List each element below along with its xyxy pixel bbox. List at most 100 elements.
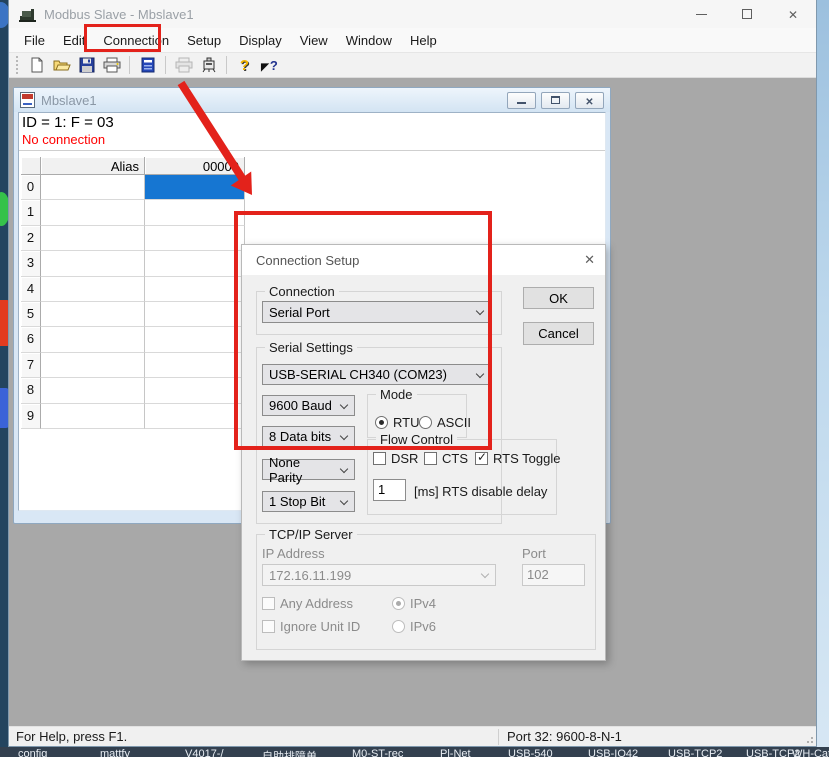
document-close-button[interactable]	[575, 92, 604, 109]
taskbar-item-label[interactable]: mattfy	[100, 748, 130, 757]
grid-row[interactable]: 3	[21, 251, 245, 276]
taskbar-item-label[interactable]: config	[18, 748, 47, 757]
document-minimize-button[interactable]	[507, 92, 536, 109]
taskbar-item-label[interactable]: 自助排障单	[262, 748, 317, 757]
ipv6-label: IPv6	[410, 619, 436, 634]
row-header[interactable]: 8	[21, 378, 41, 403]
taskbar-item-label[interactable]: USB-540	[508, 748, 553, 757]
context-help-button[interactable]: ?	[258, 54, 281, 76]
port-input: 102	[522, 564, 585, 586]
alias-cell[interactable]	[41, 251, 145, 276]
menu-display[interactable]: Display	[230, 30, 291, 51]
register-cell[interactable]	[145, 327, 245, 352]
register-cell[interactable]	[145, 302, 245, 327]
taskbar-item-label[interactable]: USB-TCP2	[668, 748, 722, 757]
resize-grip[interactable]	[804, 734, 814, 744]
cancel-button[interactable]: Cancel	[523, 322, 594, 345]
alias-cell[interactable]	[41, 378, 145, 403]
register-cell[interactable]	[145, 353, 245, 378]
register-cell[interactable]	[145, 226, 245, 251]
data-bits-select[interactable]: 8 Data bits	[262, 426, 355, 447]
register-cell-selected[interactable]	[145, 175, 245, 200]
print-button[interactable]	[100, 54, 123, 76]
communication-traffic-icon	[201, 57, 217, 73]
grid-row[interactable]: 5	[21, 302, 245, 327]
grid-row[interactable]: 9	[21, 404, 245, 429]
alias-cell[interactable]	[41, 175, 145, 200]
serial-port-select[interactable]: USB-SERIAL CH340 (COM23)	[262, 364, 491, 385]
minimize-button[interactable]	[678, 0, 724, 28]
save-button[interactable]	[75, 54, 98, 76]
parity-select[interactable]: None Parity	[262, 459, 355, 480]
cts-checkbox[interactable]: CTS	[424, 451, 468, 466]
connection-type-select[interactable]: Serial Port	[262, 301, 491, 323]
grid-row[interactable]: 0	[21, 175, 245, 200]
maximize-button[interactable]	[724, 0, 770, 28]
mode-ascii-radio[interactable]: ASCII	[419, 415, 471, 430]
row-header[interactable]: 1	[21, 200, 41, 225]
menu-help[interactable]: Help	[401, 30, 446, 51]
register-cell[interactable]	[145, 404, 245, 429]
dsr-checkbox[interactable]: DSR	[373, 451, 418, 466]
register-grid[interactable]: Alias 00000 0123456789	[21, 157, 245, 429]
alias-cell[interactable]	[41, 277, 145, 302]
display-definition-button[interactable]	[136, 54, 159, 76]
taskbar-item-label[interactable]: Pl-Net	[440, 748, 471, 757]
dialog-title-bar[interactable]: Connection Setup	[242, 245, 605, 275]
close-button[interactable]	[770, 0, 816, 28]
register-cell[interactable]	[145, 378, 245, 403]
grid-header-00000[interactable]: 00000	[145, 157, 245, 175]
taskbar-item-label[interactable]: V4017-/	[185, 748, 224, 757]
row-header[interactable]: 7	[21, 353, 41, 378]
grid-row[interactable]: 6	[21, 327, 245, 352]
alias-cell[interactable]	[41, 327, 145, 352]
menu-view[interactable]: View	[291, 30, 337, 51]
taskbar-item-label[interactable]: WH-Cat-1	[792, 748, 829, 757]
stop-bits-select[interactable]: 1 Stop Bit	[262, 491, 355, 512]
alias-cell[interactable]	[41, 353, 145, 378]
alias-cell[interactable]	[41, 200, 145, 225]
taskbar-strip[interactable]: config mattfy V4017-/ 自助排障单 M0-ST-rec Pl-Net U…	[0, 747, 829, 757]
grid-row[interactable]: 7	[21, 353, 245, 378]
row-header[interactable]: 3	[21, 251, 41, 276]
grid-row[interactable]: 4	[21, 277, 245, 302]
row-header[interactable]: 6	[21, 327, 41, 352]
taskbar-item-label[interactable]: M0-ST-rec	[352, 748, 403, 757]
document-title-bar[interactable]: Mbslave1	[14, 88, 610, 112]
dialog-close-icon[interactable]	[584, 252, 595, 268]
taskbar-item-label[interactable]: USB-IO42	[588, 748, 638, 757]
parity-value: None Parity	[269, 455, 332, 485]
register-cell[interactable]	[145, 251, 245, 276]
row-header[interactable]: 9	[21, 404, 41, 429]
open-file-button[interactable]	[50, 54, 73, 76]
menu-edit[interactable]: Edit	[54, 30, 94, 51]
mode-rtu-radio[interactable]: RTU	[375, 415, 419, 430]
alias-cell[interactable]	[41, 226, 145, 251]
document-restore-button[interactable]	[541, 92, 570, 109]
menu-file[interactable]: File	[15, 30, 54, 51]
row-header[interactable]: 2	[21, 226, 41, 251]
about-help-button[interactable]: ?	[233, 54, 256, 76]
grid-row[interactable]: 8	[21, 378, 245, 403]
register-cell[interactable]	[145, 200, 245, 225]
grid-row[interactable]: 1	[21, 200, 245, 225]
rts-delay-input[interactable]: 1	[373, 479, 406, 501]
title-bar[interactable]: Modbus Slave - Mbslave1	[9, 0, 816, 28]
communication-traffic-button[interactable]	[197, 54, 220, 76]
row-header[interactable]: 5	[21, 302, 41, 327]
menu-setup[interactable]: Setup	[178, 30, 230, 51]
menu-window[interactable]: Window	[337, 30, 401, 51]
alias-cell[interactable]	[41, 302, 145, 327]
rts-toggle-checkbox[interactable]: RTS Toggle	[475, 451, 560, 466]
baud-rate-select[interactable]: 9600 Baud	[262, 395, 355, 416]
row-header[interactable]: 4	[21, 277, 41, 302]
menu-connection[interactable]: Connection	[94, 30, 178, 51]
modbus-slave-window: Modbus Slave - Mbslave1 File Edit Connec…	[8, 0, 817, 747]
alias-cell[interactable]	[41, 404, 145, 429]
grid-header-alias[interactable]: Alias	[41, 157, 145, 175]
ok-button[interactable]: OK	[523, 287, 594, 309]
register-cell[interactable]	[145, 277, 245, 302]
grid-row[interactable]: 2	[21, 226, 245, 251]
new-file-button[interactable]	[25, 54, 48, 76]
row-header[interactable]: 0	[21, 175, 41, 200]
